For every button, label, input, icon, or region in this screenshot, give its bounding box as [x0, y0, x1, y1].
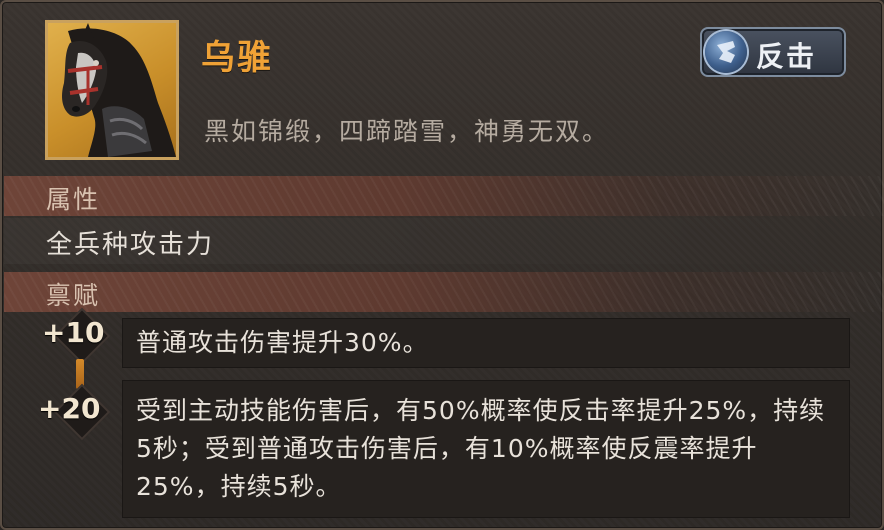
- black-horse-portrait-icon: [62, 23, 176, 157]
- type-tag[interactable]: 反击: [700, 27, 846, 77]
- talent-level: +20: [38, 392, 101, 425]
- horse-portrait: [45, 20, 179, 160]
- item-name: 乌骓: [201, 38, 273, 78]
- item-description: 黑如锦缎，四蹄踏雪，神勇无双。: [204, 117, 610, 146]
- type-tag-label: 反击: [756, 40, 817, 73]
- attributes-section-title: 属性: [46, 185, 101, 214]
- attributes-section-header: 属性: [4, 176, 884, 216]
- counterattack-icon: [705, 31, 747, 73]
- item-detail-panel: 乌骓 反击 黑如锦缎，四蹄踏雪，神勇无双。 属性 全兵种攻击力 禀赋 +10 普…: [0, 0, 884, 530]
- talent-text: 普通攻击伤害提升30%。: [136, 328, 429, 357]
- talent-section-title: 禀赋: [46, 281, 101, 310]
- talent-section-header: 禀赋: [4, 272, 884, 312]
- talent-text: 受到主动技能伤害后，有50%概率使反击率提升25%，持续5秒；受到普通攻击伤害后…: [136, 396, 826, 501]
- talent-row: 受到主动技能伤害后，有50%概率使反击率提升25%，持续5秒；受到普通攻击伤害后…: [122, 380, 850, 518]
- talent-row: 普通攻击伤害提升30%。: [122, 318, 850, 368]
- attribute-value: 全兵种攻击力: [46, 230, 215, 260]
- talent-level: +10: [42, 316, 105, 349]
